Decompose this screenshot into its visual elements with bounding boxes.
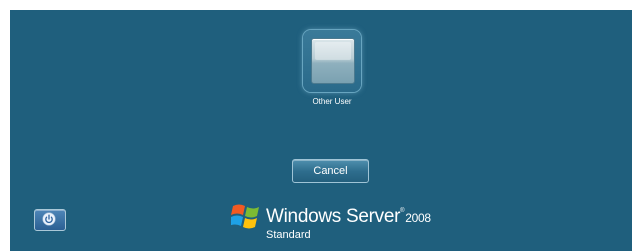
user-tile-frame[interactable] (303, 30, 361, 92)
windows-flag-icon (231, 204, 259, 229)
cancel-button[interactable]: Cancel (292, 159, 369, 183)
trademark-symbol: ® (400, 208, 405, 214)
logon-screen: Other User Cancel Windows Server®2008 St… (10, 10, 632, 251)
product-edition: Standard (266, 229, 311, 241)
power-options-button[interactable] (34, 209, 66, 231)
user-tile-icon (311, 38, 355, 84)
power-options-icon (42, 212, 56, 226)
user-tile-label: Other User (312, 97, 352, 106)
product-name-text: Windows Server (266, 206, 401, 227)
windows-server-branding: Windows Server®2008 Standard (231, 198, 471, 248)
other-user-tile[interactable]: Other User (297, 30, 367, 106)
product-version: 2008 (405, 211, 431, 225)
product-name: Windows Server®2008 (266, 206, 431, 228)
